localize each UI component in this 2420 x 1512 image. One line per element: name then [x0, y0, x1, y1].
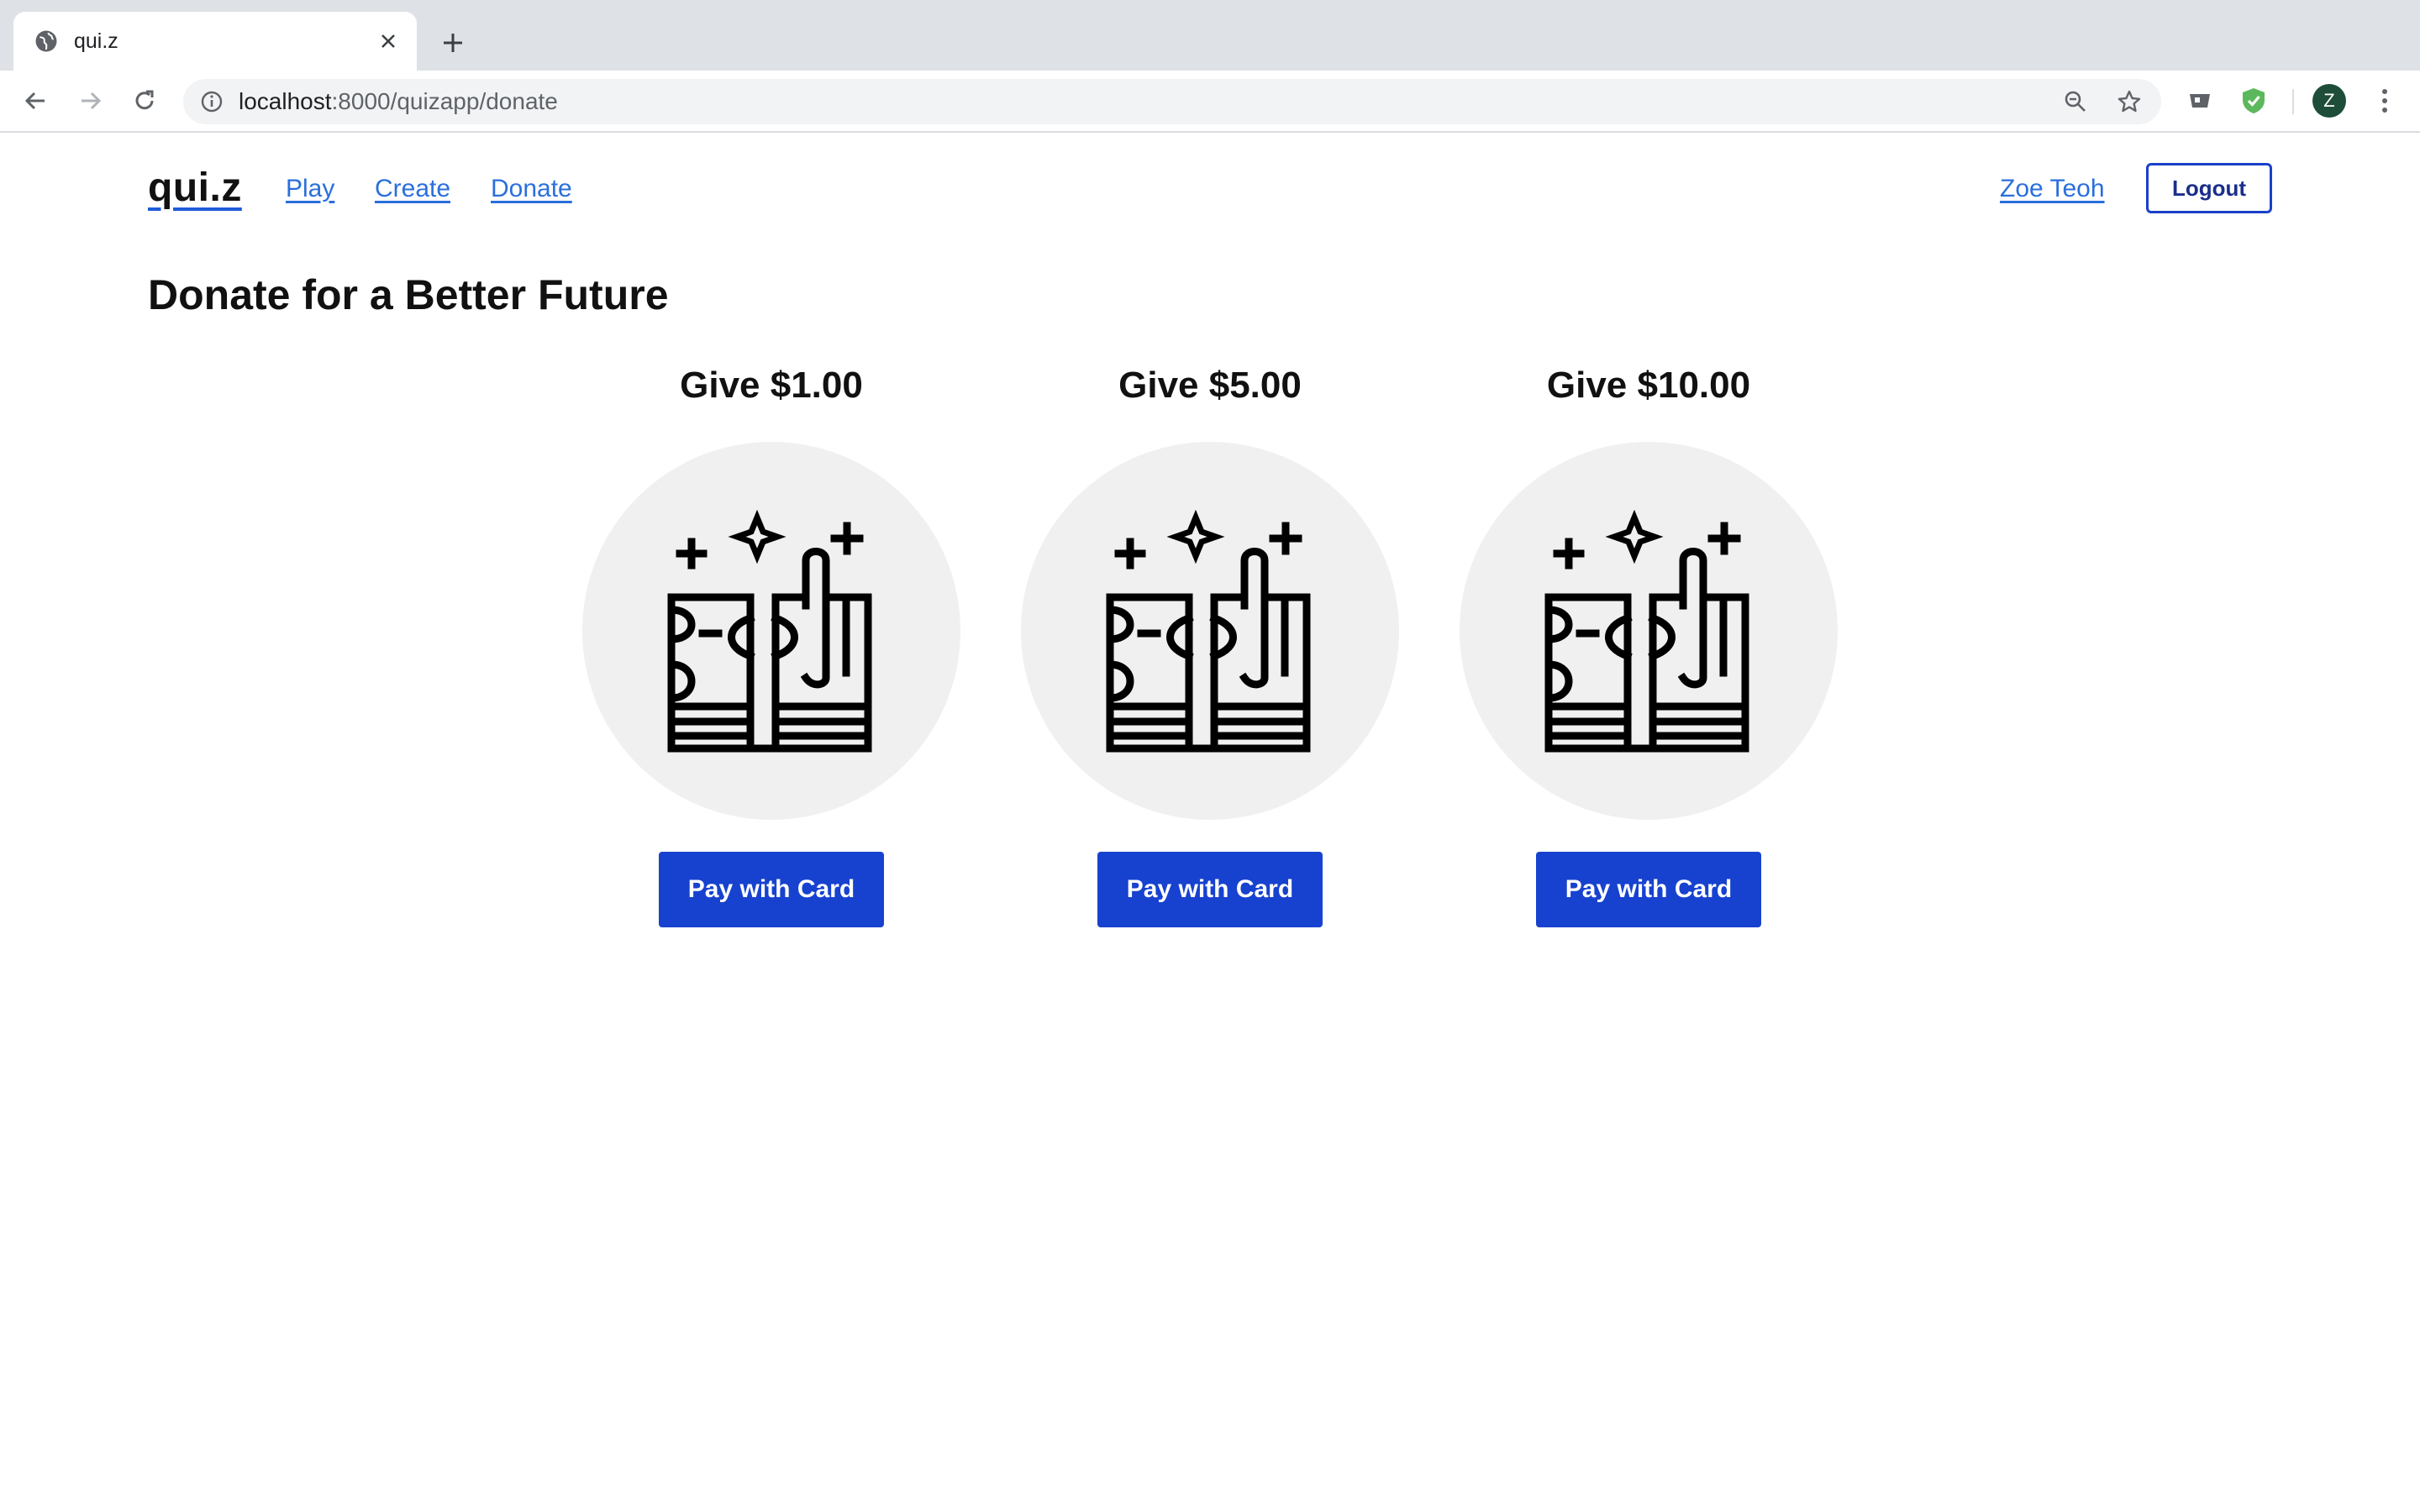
- money-stack-icon: [1544, 509, 1749, 753]
- site-navbar: qui.z Play Create Donate Zoe Teoh Logout: [0, 133, 2420, 242]
- star-icon[interactable]: [2116, 88, 2143, 115]
- url-host: localhost: [239, 88, 332, 114]
- donation-card: Give $10.00 Pay with Card: [1455, 361, 1842, 932]
- plus-icon[interactable]: [435, 25, 471, 60]
- info-icon[interactable]: [200, 90, 224, 113]
- logout-button[interactable]: Logout: [2146, 163, 2272, 213]
- browser-tabstrip: qui.z: [0, 0, 2420, 71]
- toolbar-divider: [2292, 89, 2294, 114]
- tab-title: qui.z: [74, 29, 118, 53]
- globe-icon: [35, 30, 57, 52]
- money-illustration: [582, 442, 960, 820]
- close-icon[interactable]: [373, 26, 403, 56]
- pay-with-card-button[interactable]: Pay with Card: [659, 852, 884, 927]
- donation-card: Give $5.00 Pay with Card: [1017, 361, 1403, 932]
- address-bar[interactable]: localhost:8000/quizapp/donate: [183, 79, 2161, 124]
- donation-amount-heading: Give $10.00: [1546, 365, 1751, 406]
- user-profile-link[interactable]: Zoe Teoh: [2000, 175, 2105, 203]
- shield-check-icon[interactable]: [2238, 86, 2269, 116]
- nav-link-donate[interactable]: Donate: [491, 175, 572, 203]
- forward-arrow-icon[interactable]: [72, 82, 109, 119]
- reload-icon[interactable]: [126, 82, 163, 119]
- money-illustration: [1460, 442, 1838, 820]
- pay-with-card-button[interactable]: Pay with Card: [1536, 852, 1761, 927]
- zoom-icon[interactable]: [2062, 88, 2089, 115]
- money-stack-icon: [667, 509, 872, 753]
- profile-avatar[interactable]: Z: [2312, 84, 2346, 118]
- donation-amount-heading: Give $5.00: [1118, 365, 1302, 406]
- browser-toolbar: localhost:8000/quizapp/donate Z: [0, 71, 2420, 133]
- back-arrow-icon[interactable]: [17, 82, 54, 119]
- pay-with-card-button[interactable]: Pay with Card: [1097, 852, 1323, 927]
- nav-link-create[interactable]: Create: [375, 175, 450, 203]
- nav-link-play[interactable]: Play: [286, 175, 334, 203]
- donation-amount-heading: Give $1.00: [680, 365, 863, 406]
- url-text[interactable]: localhost:8000/quizapp/donate: [239, 89, 558, 114]
- money-stack-icon: [1106, 509, 1311, 753]
- extension-icon[interactable]: [2185, 86, 2215, 116]
- donation-card: Give $1.00 Pay with Card: [578, 361, 965, 932]
- page-title: Donate for a Better Future: [148, 271, 669, 318]
- url-path: :8000/quizapp/donate: [331, 88, 558, 114]
- money-illustration: [1021, 442, 1399, 820]
- kebab-menu-icon[interactable]: [2368, 84, 2402, 118]
- browser-tab[interactable]: qui.z: [13, 12, 417, 71]
- brand-logo[interactable]: qui.z: [148, 165, 242, 211]
